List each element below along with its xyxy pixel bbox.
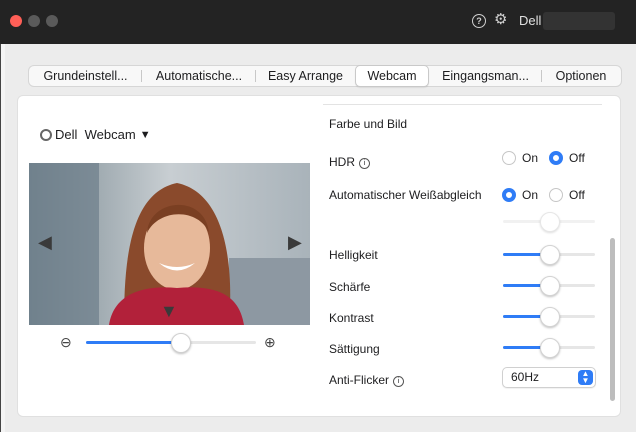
awb-off-radio[interactable]: Off [549, 188, 585, 202]
zoom-slider[interactable] [86, 333, 256, 353]
scrollbar[interactable] [610, 238, 615, 401]
white-balance-slider-knob [540, 212, 560, 232]
tab-input-manager[interactable]: Eingangsman... [429, 65, 542, 87]
tab-webcam[interactable]: Webcam [355, 65, 429, 87]
select-stepper-icon: ▲ ▼ [578, 370, 593, 385]
sharpness-label: Schärfe [329, 280, 371, 294]
zoom-window-button[interactable] [46, 15, 58, 27]
tab-basic-settings[interactable]: Grundeinstell... [29, 65, 142, 87]
saturation-label: Sättigung [329, 342, 380, 356]
window-edge [0, 44, 5, 432]
sharpness-slider[interactable] [503, 276, 595, 296]
tab-automatic[interactable]: Automatische... [142, 65, 256, 87]
saturation-slider[interactable] [503, 338, 595, 358]
previous-arrow-icon[interactable]: ◀ [38, 233, 52, 251]
tab-easy-arrange[interactable]: Easy Arrange [256, 65, 355, 87]
info-icon[interactable]: i [359, 158, 370, 169]
section-title: Farbe und Bild [329, 117, 408, 131]
hdr-label: HDR i [329, 155, 370, 169]
tab-options[interactable]: Optionen [542, 65, 620, 87]
caret-down-icon: ▼ [139, 128, 151, 141]
zoom-in-icon[interactable]: ⊕ [264, 334, 276, 350]
awb-on-label: On [522, 188, 539, 202]
brightness-slider-knob[interactable] [540, 245, 560, 265]
minimize-window-button[interactable] [28, 15, 40, 27]
hdr-label-text: HDR [329, 155, 355, 169]
redacted-model-name [543, 12, 615, 30]
zoom-control: ⊖ ⊕ [60, 333, 280, 353]
saturation-slider-knob[interactable] [540, 338, 560, 358]
awb-off-label: Off [569, 188, 585, 202]
info-icon[interactable]: i [393, 376, 405, 387]
anti-flicker-select[interactable]: 60Hz ▲ ▼ [502, 367, 596, 388]
contrast-slider-knob[interactable] [540, 307, 560, 327]
brightness-slider[interactable] [503, 245, 595, 265]
awb-on-radio[interactable]: On [502, 188, 538, 202]
help-icon[interactable]: ? [472, 14, 486, 28]
contrast-slider[interactable] [503, 307, 595, 327]
anti-flicker-label-text: Anti-Flicker [329, 373, 390, 387]
sharpness-slider-knob[interactable] [540, 276, 560, 296]
radio-dot [549, 188, 563, 202]
camera-selector[interactable]: Dell Webcam ▼ [40, 127, 151, 142]
webcam-preview: ◀ ▶ ▼ [29, 163, 310, 325]
settings-gear-icon[interactable]: ⚙ [494, 12, 507, 28]
radio-dot [502, 151, 516, 165]
radio-dot-selected [502, 188, 516, 202]
awb-label: Automatischer Weißabgleich [329, 188, 482, 202]
hdr-off-radio[interactable]: Off [549, 151, 585, 165]
hdr-off-label: Off [569, 151, 585, 165]
zoom-slider-fill [86, 341, 180, 344]
anti-flicker-label: Anti-Flicker i [329, 373, 405, 387]
hdr-on-radio[interactable]: On [502, 151, 538, 165]
camera-selector-label: Dell Webcam [55, 127, 136, 142]
tilt-down-arrow-icon[interactable]: ▼ [160, 302, 178, 320]
section-divider [323, 104, 602, 105]
radio-dot-selected [549, 151, 563, 165]
white-balance-slider [503, 212, 595, 232]
zoom-slider-knob[interactable] [170, 333, 191, 353]
anti-flicker-value: 60Hz [511, 370, 540, 384]
contrast-label: Kontrast [329, 311, 374, 325]
close-window-button[interactable] [10, 15, 22, 27]
next-arrow-icon[interactable]: ▶ [288, 233, 302, 251]
brightness-label: Helligkeit [329, 248, 378, 262]
title-bar: ? ⚙ Dell [0, 0, 636, 44]
tab-bar: Grundeinstell... Automatische... Easy Ar… [28, 65, 622, 87]
webcam-icon [40, 128, 52, 141]
titlebar-brand: Dell [519, 13, 542, 28]
hdr-on-label: On [522, 151, 539, 165]
zoom-out-icon[interactable]: ⊖ [60, 334, 72, 350]
